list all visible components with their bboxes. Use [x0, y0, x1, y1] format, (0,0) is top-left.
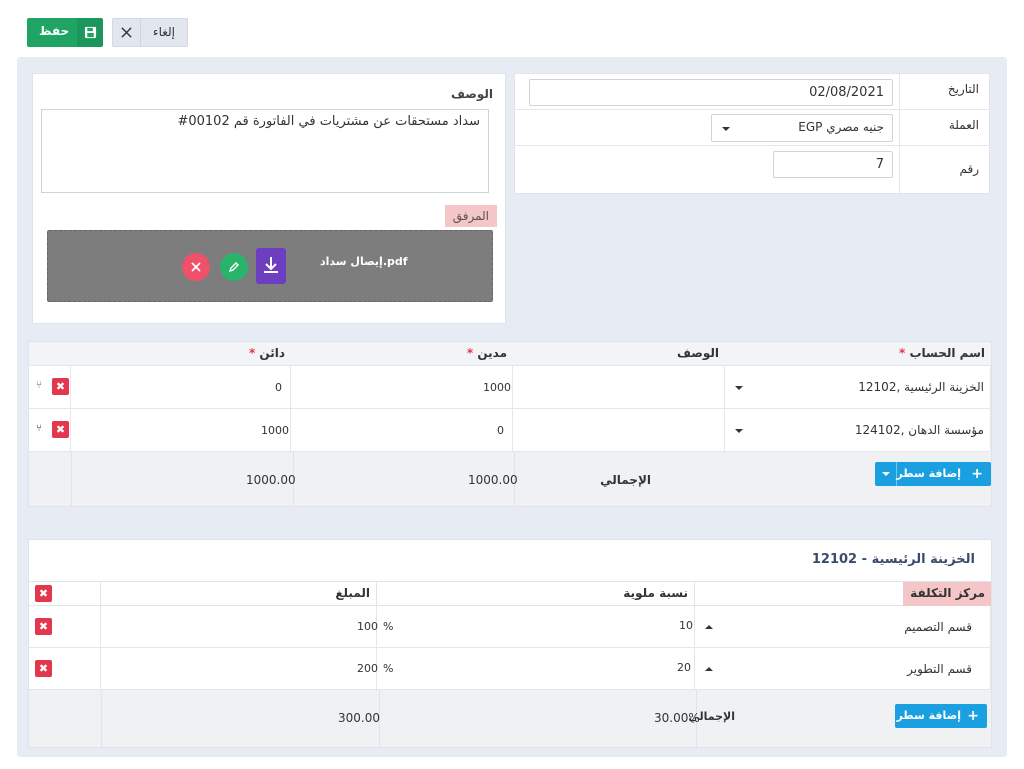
chevron-down-icon [722, 127, 730, 131]
plus-icon: + [971, 466, 983, 482]
table-row-credit[interactable]: 0 [69, 366, 291, 409]
cancel-label: إلغاء [152, 25, 175, 39]
remove-attachment-icon[interactable] [182, 253, 210, 281]
cost-row-actions: ✖ [29, 606, 101, 648]
cost-row-center[interactable]: قسم التطوير [695, 648, 991, 690]
cost-row-percent[interactable]: 20 % [377, 648, 695, 690]
date-input[interactable]: 02/08/2021 [529, 79, 893, 106]
chevron-down-icon [735, 386, 743, 390]
debit-total-cell: 1000.00 [293, 452, 518, 506]
add-line-dropdown[interactable] [875, 462, 897, 486]
cost-row-percent[interactable]: 10 % [377, 606, 695, 648]
table-row-debit[interactable]: 1000 [291, 366, 513, 409]
cancel-button[interactable]: إلغاء [112, 18, 188, 47]
split-icon[interactable]: ⑂ [36, 423, 42, 434]
table-row-debit[interactable]: 0 [291, 409, 513, 452]
chevron-up-icon [705, 625, 713, 629]
journal-totals-row: + إضافة سطر الإجمالي 1000.00 1000.00 [29, 452, 991, 506]
currency-label: العملة [899, 110, 989, 145]
number-row: رقم 7 [515, 146, 989, 194]
account-header: * اسم الحساب [725, 342, 991, 366]
close-icon [113, 19, 141, 46]
description-textarea[interactable]: سداد مستحقات عن مشتريات في الفاتورة قم 0… [41, 109, 489, 193]
number-label: رقم [899, 146, 989, 194]
chevron-up-icon [705, 667, 713, 671]
save-label: حفظ [39, 24, 70, 38]
credit-total-cell: 1000.00 [71, 452, 296, 506]
edit-attachment-icon[interactable] [220, 253, 248, 281]
cost-row-center[interactable]: قسم التصميم [695, 606, 991, 648]
date-row: التاريخ 02/08/2021 [515, 74, 989, 110]
actions-header [29, 342, 71, 366]
amount-header: المبلغ [101, 582, 377, 606]
cost-actions-header: ✖ [29, 582, 101, 606]
debit-header: * مدين [291, 342, 513, 366]
table-row-description[interactable] [513, 409, 725, 452]
chevron-down-icon [735, 429, 743, 433]
table-row-actions: ✖ ⑂ [29, 366, 71, 409]
floppy-disk-icon [77, 18, 103, 47]
split-icon[interactable]: ⑂ [36, 380, 42, 391]
percent-total: 30.00% [654, 711, 700, 725]
currency-value: EGP جنيه مصري [798, 120, 884, 134]
cost-row-amount[interactable]: 200 [101, 648, 378, 690]
credit-header: * دائن [69, 342, 291, 366]
description-label: الوصف [450, 87, 493, 101]
plus-icon: + [967, 708, 979, 724]
cost-totals-row: + إضافة سطر الإجمالي 30.00% 300.00 [29, 690, 991, 747]
cost-row-actions: ✖ [29, 648, 101, 690]
attachment-dropzone[interactable]: إيصال سداد.pdf [47, 230, 493, 302]
percent-header: نسبة ملوية [377, 582, 695, 606]
credit-total: 1000.00 [246, 473, 296, 487]
save-button[interactable]: حفظ [27, 18, 103, 47]
percent-total-cell: 30.00% [379, 690, 700, 747]
cost-center-title: 12102 - الخزينة الرئيسية [811, 552, 975, 567]
debit-total: 1000.00 [468, 473, 518, 487]
cost-center-header: مركز التكلفة [903, 582, 991, 606]
cost-center-card: 12102 - الخزينة الرئيسية مركز التكلفة نس… [28, 539, 992, 748]
date-label: التاريخ [899, 74, 989, 109]
journal-meta-card: التاريخ 02/08/2021 العملة EGP جنيه مصري … [514, 73, 990, 194]
journal-total-label: الإجمالي [600, 473, 651, 487]
amount-total-cell: 300.00 [101, 690, 380, 747]
amount-total: 300.00 [338, 711, 380, 725]
add-line-button[interactable]: + إضافة سطر [875, 462, 991, 486]
delete-row-icon[interactable]: ✖ [52, 378, 69, 395]
add-line-label: إضافة سطر [896, 467, 961, 480]
delete-row-icon[interactable]: ✖ [35, 660, 52, 677]
currency-row: العملة EGP جنيه مصري [515, 110, 989, 146]
delete-all-icon[interactable]: ✖ [35, 585, 52, 602]
pdf-file-icon [256, 248, 286, 284]
table-row-description[interactable] [513, 366, 725, 409]
add-cost-line-button[interactable]: + إضافة سطر [895, 704, 987, 728]
table-row-account[interactable]: 124102, مؤسسة الدهان [725, 409, 991, 452]
table-row-credit[interactable]: 1000 [69, 409, 291, 452]
delete-row-icon[interactable]: ✖ [35, 618, 52, 635]
cost-row-amount[interactable]: 100 [101, 606, 378, 648]
currency-select[interactable]: EGP جنيه مصري [711, 114, 893, 142]
table-row-actions: ✖ ⑂ [29, 409, 71, 452]
delete-row-icon[interactable]: ✖ [52, 421, 69, 438]
attachment-label: المرفق [444, 205, 497, 227]
number-input[interactable]: 7 [773, 151, 893, 178]
attachment-file-name[interactable]: إيصال سداد.pdf [320, 255, 408, 268]
journal-lines-table: * اسم الحساب الوصف * مدين * دائن 12102, … [28, 341, 992, 507]
add-cost-line-label: إضافة سطر [896, 709, 961, 722]
table-row-account[interactable]: 12102, الخزينة الرئيسية [725, 366, 991, 409]
toolbar: حفظ إلغاء [0, 0, 1024, 56]
chevron-down-icon [882, 472, 890, 476]
description-header: الوصف [513, 342, 725, 366]
cost-header-row: مركز التكلفة نسبة ملوية المبلغ ✖ [29, 581, 991, 606]
description-card: الوصف سداد مستحقات عن مشتريات في الفاتور… [32, 73, 506, 324]
